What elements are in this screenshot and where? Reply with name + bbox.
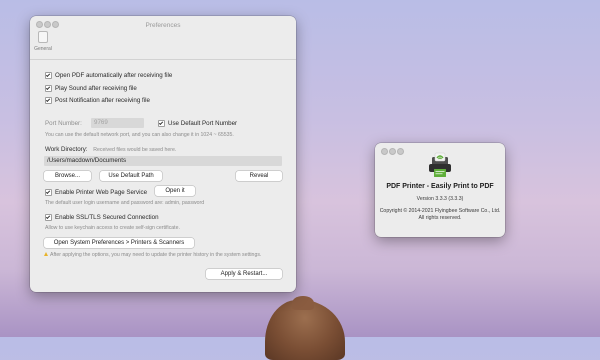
about-window: PDF Printer - Easily Print to PDF Versio… [375, 143, 505, 237]
reveal-button[interactable]: Reveal [236, 171, 282, 181]
general-tab-label: General [34, 46, 52, 52]
about-copyright: Copyright © 2014-2021 Flyingbee Software… [379, 208, 501, 214]
work-directory-path[interactable]: /Users/macdown/Documents [44, 156, 282, 166]
ssl-label: Enable SSL/TLS Secured Connection [55, 214, 159, 222]
open-pdf-checkbox[interactable]: Open PDF automatically after receiving f… [45, 71, 173, 80]
ssl-checkbox[interactable]: Enable SSL/TLS Secured Connection [45, 213, 159, 222]
about-minimize-button[interactable] [389, 148, 396, 155]
about-rights: All rights reserved. [418, 215, 462, 221]
preferences-toolbar: General [30, 29, 296, 60]
open-pdf-label: Open PDF automatically after receiving f… [55, 72, 173, 80]
port-number-label: Port Number: [45, 120, 82, 127]
printer-app-icon [429, 152, 451, 177]
use-default-path-button[interactable]: Use Default Path [100, 171, 162, 181]
warning-icon [44, 252, 48, 257]
work-directory-hint: Received files would be saved here. [93, 147, 177, 153]
about-app-name: PDF Printer - Easily Print to PDF [386, 183, 494, 190]
use-default-port-checkbox[interactable]: Use Default Port Number [158, 119, 238, 128]
window-title: Preferences [145, 22, 181, 29]
ssl-hint: Allow to use keychain access to create s… [45, 225, 180, 231]
apply-restart-button[interactable]: Apply & Restart... [206, 269, 282, 279]
work-directory-label: Work Directory: [45, 146, 88, 153]
about-zoom-button[interactable] [397, 148, 404, 155]
general-icon [38, 31, 48, 43]
web-service-checkbox[interactable]: Enable Printer Web Page Service [45, 188, 148, 197]
preferences-window: Preferences General Open PDF automatical… [30, 16, 296, 292]
warning-text: After applying the options, you may need… [50, 252, 262, 258]
use-default-port-label: Use Default Port Number [168, 120, 238, 128]
post-notification-label: Post Notification after receiving file [55, 97, 150, 105]
web-service-hint: The default user login username and pass… [45, 200, 205, 206]
checkmark-icon [45, 84, 52, 92]
preferences-titlebar: Preferences [30, 16, 296, 29]
checkmark-icon [158, 119, 165, 127]
checkmark-icon [45, 71, 52, 79]
play-sound-checkbox[interactable]: Play Sound after receiving file [45, 84, 137, 93]
browse-button[interactable]: Browse... [44, 171, 91, 181]
port-hint: You can use the default network port, an… [45, 132, 234, 138]
open-system-preferences-button[interactable]: Open System Preferences > Printers & Sca… [44, 238, 194, 248]
play-sound-label: Play Sound after receiving file [55, 85, 137, 93]
post-notification-checkbox[interactable]: Post Notification after receiving file [45, 96, 150, 105]
checkmark-icon [45, 188, 52, 196]
port-number-input[interactable]: 9769 [91, 118, 144, 128]
checkmark-icon [45, 96, 52, 104]
work-directory-row: Work Directory: Received files would be … [45, 146, 176, 153]
warning-row: After applying the options, you may need… [44, 252, 261, 258]
open-it-button[interactable]: Open it [155, 186, 195, 196]
web-service-label: Enable Printer Web Page Service [55, 189, 148, 197]
toolbar-general-tab[interactable]: General [33, 31, 53, 52]
about-close-button[interactable] [381, 148, 388, 155]
desktop-rock-top [292, 296, 314, 310]
about-version: Version 3.3.3 (3.3.3) [416, 196, 464, 202]
checkmark-icon [45, 213, 52, 221]
